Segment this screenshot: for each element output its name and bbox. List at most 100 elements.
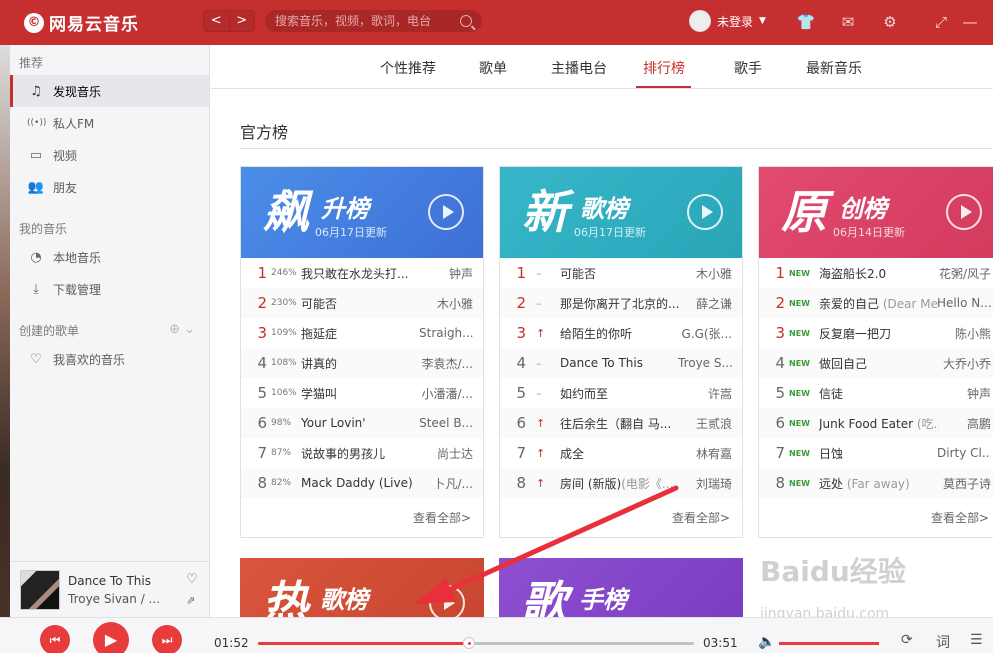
song-title[interactable]: Junk Food Eater (吃... bbox=[819, 415, 939, 432]
table-row[interactable]: 4 108% 讲真的 李袁杰/... bbox=[241, 348, 483, 378]
table-row[interactable]: 7 NEW 日蚀 Dirty Cl... bbox=[759, 438, 993, 468]
song-title[interactable]: 学猫叫 bbox=[301, 385, 421, 402]
sidebar-item-friends[interactable]: 👥 朋友 bbox=[10, 171, 209, 203]
artist-name[interactable]: 木小雅 bbox=[678, 265, 732, 282]
table-row[interactable]: 1 NEW 海盗船长2.0 花粥/风子 bbox=[759, 258, 993, 288]
add-playlist-icon[interactable]: ⊕ ⌄ bbox=[169, 322, 195, 343]
song-title[interactable]: 房间 (新版)(电影《... bbox=[560, 475, 680, 492]
artist-name[interactable]: 薛之谦 bbox=[678, 295, 732, 312]
user-menu[interactable]: 未登录 ▼ bbox=[689, 10, 766, 32]
artist-name[interactable]: 李袁杰/... bbox=[419, 355, 474, 372]
artist-name[interactable]: 卜凡/... bbox=[419, 475, 474, 492]
table-row[interactable]: 6 98% Your Lovin' Steel B... bbox=[241, 408, 483, 438]
artist-name[interactable]: Straigh... bbox=[419, 326, 473, 340]
song-title[interactable]: 往后余生（翻自 马... bbox=[560, 415, 680, 432]
table-row[interactable]: 6 ↑ 往后余生（翻自 马... 王贰浪 bbox=[500, 408, 742, 438]
table-row[interactable]: 5 106% 学猫叫 小潘潘/... bbox=[241, 378, 483, 408]
table-row[interactable]: 7 ↑ 成全 林宥嘉 bbox=[500, 438, 742, 468]
now-playing-mini[interactable]: Dance To This Troye Sivan / ... ♡ ⇗ bbox=[10, 561, 210, 617]
table-row[interactable]: 8 82% Mack Daddy (Live) 卜凡/... bbox=[241, 468, 483, 498]
artist-name[interactable]: 高鹏 bbox=[937, 415, 991, 432]
table-row[interactable]: 4 NEW 做回自己 大乔小乔 bbox=[759, 348, 993, 378]
artist-name[interactable]: 林宥嘉 bbox=[678, 445, 732, 462]
artist-name[interactable]: 木小雅 bbox=[419, 295, 473, 312]
now-playing-title[interactable]: Dance To This bbox=[68, 574, 178, 588]
sidebar-item-private-fm[interactable]: ((•)) 私人FM bbox=[10, 107, 209, 139]
song-title[interactable]: 海盗船长2.0 bbox=[819, 265, 939, 282]
play-circle-icon[interactable] bbox=[429, 585, 465, 617]
song-title[interactable]: 成全 bbox=[560, 445, 680, 462]
login-status[interactable]: 未登录 bbox=[717, 13, 753, 30]
song-title[interactable]: 给陌生的你听 bbox=[560, 325, 680, 342]
song-title[interactable]: 拖延症 bbox=[301, 325, 421, 342]
album-cover[interactable] bbox=[20, 569, 60, 610]
artist-name[interactable]: 大乔小乔 bbox=[937, 355, 991, 372]
artist-name[interactable]: 许嵩 bbox=[678, 385, 732, 402]
artist-name[interactable]: Troye S... bbox=[678, 356, 732, 370]
song-title[interactable]: 做回自己 bbox=[819, 355, 939, 372]
chevron-down-icon[interactable]: ▼ bbox=[759, 16, 766, 26]
table-row[interactable]: 5– 如约而至 许嵩 bbox=[500, 378, 742, 408]
chart-banner[interactable]: 飙升榜 06月17日更新 bbox=[241, 167, 483, 258]
view-all-link[interactable]: 查看全部> bbox=[759, 498, 993, 538]
chart-banner[interactable]: 热歌榜 bbox=[240, 558, 484, 617]
sidebar-item-discover-music[interactable]: ♫ 发现音乐 bbox=[10, 75, 209, 107]
tab-charts[interactable]: 排行榜 bbox=[643, 58, 685, 78]
table-row[interactable]: 4– Dance To This Troye S... bbox=[500, 348, 742, 378]
play-circle-icon[interactable] bbox=[946, 194, 982, 230]
artist-name[interactable]: 尚士达 bbox=[419, 445, 473, 462]
tab-radio[interactable]: 主播电台 bbox=[551, 58, 607, 78]
sidebar-item-local-music[interactable]: ◔ 本地音乐 bbox=[10, 241, 209, 273]
table-row[interactable]: 2– 那是你离开了北京的... 薛之谦 bbox=[500, 288, 742, 318]
table-row[interactable]: 2 NEW 亲爱的自己 (Dear Me) Hello N... bbox=[759, 288, 993, 318]
artist-name[interactable]: 钟声 bbox=[419, 265, 473, 282]
song-title[interactable]: 如约而至 bbox=[560, 385, 680, 402]
progress-bar[interactable] bbox=[258, 637, 694, 649]
play-circle-icon[interactable] bbox=[687, 194, 723, 230]
loop-mode-icon[interactable]: ⟳ bbox=[901, 632, 913, 648]
table-row[interactable]: 5 NEW 信徒 钟声 bbox=[759, 378, 993, 408]
chart-board-partial[interactable]: 热歌榜 bbox=[240, 558, 484, 617]
table-row[interactable]: 3 NEW 反复磨一把刀 陈小熊 bbox=[759, 318, 993, 348]
table-row[interactable]: 3 ↑ 给陌生的你听 G.G(张... bbox=[500, 318, 742, 348]
share-icon[interactable]: ⇗ bbox=[186, 594, 195, 607]
artist-name[interactable]: Dirty Cl... bbox=[937, 446, 991, 460]
song-title[interactable]: 说故事的男孩儿 bbox=[301, 445, 421, 462]
artist-name[interactable]: 钟声 bbox=[937, 385, 991, 402]
shirt-icon[interactable]: 👕 bbox=[796, 12, 816, 32]
now-playing-artist[interactable]: Troye Sivan / ... bbox=[68, 592, 178, 606]
search-input[interactable] bbox=[275, 14, 460, 28]
minimize-icon[interactable]: — bbox=[960, 12, 980, 32]
song-title[interactable]: 那是你离开了北京的... bbox=[560, 295, 680, 312]
previous-button[interactable]: ⏮ bbox=[40, 625, 70, 653]
song-title[interactable]: Dance To This bbox=[560, 356, 680, 370]
table-row[interactable]: 8 NEW 远处 (Far away) 莫西子诗 bbox=[759, 468, 993, 498]
avatar[interactable] bbox=[689, 10, 711, 32]
song-title[interactable]: 反复磨一把刀 bbox=[819, 325, 939, 342]
mini-mode-icon[interactable]: ⤢ bbox=[931, 12, 951, 32]
search-icon[interactable] bbox=[460, 15, 472, 27]
app-logo[interactable]: © 网易云音乐 bbox=[24, 10, 139, 35]
artist-name[interactable]: 莫西子诗 bbox=[937, 475, 991, 492]
song-title[interactable]: 信徒 bbox=[819, 385, 939, 402]
song-title[interactable]: 日蚀 bbox=[819, 445, 939, 462]
table-row[interactable]: 1 246% 我只敢在水龙头打... 钟声 bbox=[241, 258, 483, 288]
artist-name[interactable]: Steel B... bbox=[419, 416, 473, 430]
song-title[interactable]: 可能否 bbox=[301, 295, 421, 312]
view-all-link[interactable]: 查看全部> bbox=[500, 498, 742, 538]
lyrics-icon[interactable]: 词 bbox=[936, 632, 950, 652]
table-row[interactable]: 1– 可能否 木小雅 bbox=[500, 258, 742, 288]
sidebar-item-liked-music[interactable]: ♡ 我喜欢的音乐 bbox=[10, 343, 209, 375]
artist-name[interactable]: G.G(张... bbox=[678, 325, 732, 342]
song-title[interactable]: Your Lovin' bbox=[301, 416, 421, 430]
artist-name[interactable]: 王贰浪 bbox=[678, 415, 732, 432]
artist-name[interactable]: 陈小熊 bbox=[937, 325, 991, 342]
chart-banner[interactable]: 歌手榜 bbox=[499, 558, 743, 617]
song-title[interactable]: Mack Daddy (Live) bbox=[301, 476, 421, 490]
table-row[interactable]: 7 87% 说故事的男孩儿 尚士达 bbox=[241, 438, 483, 468]
song-title[interactable]: 亲爱的自己 (Dear Me) bbox=[819, 295, 939, 312]
back-button[interactable]: < bbox=[204, 11, 230, 31]
tab-playlists[interactable]: 歌单 bbox=[479, 58, 507, 78]
song-title[interactable]: 远处 (Far away) bbox=[819, 475, 939, 492]
tab-new-music[interactable]: 最新音乐 bbox=[806, 58, 862, 78]
